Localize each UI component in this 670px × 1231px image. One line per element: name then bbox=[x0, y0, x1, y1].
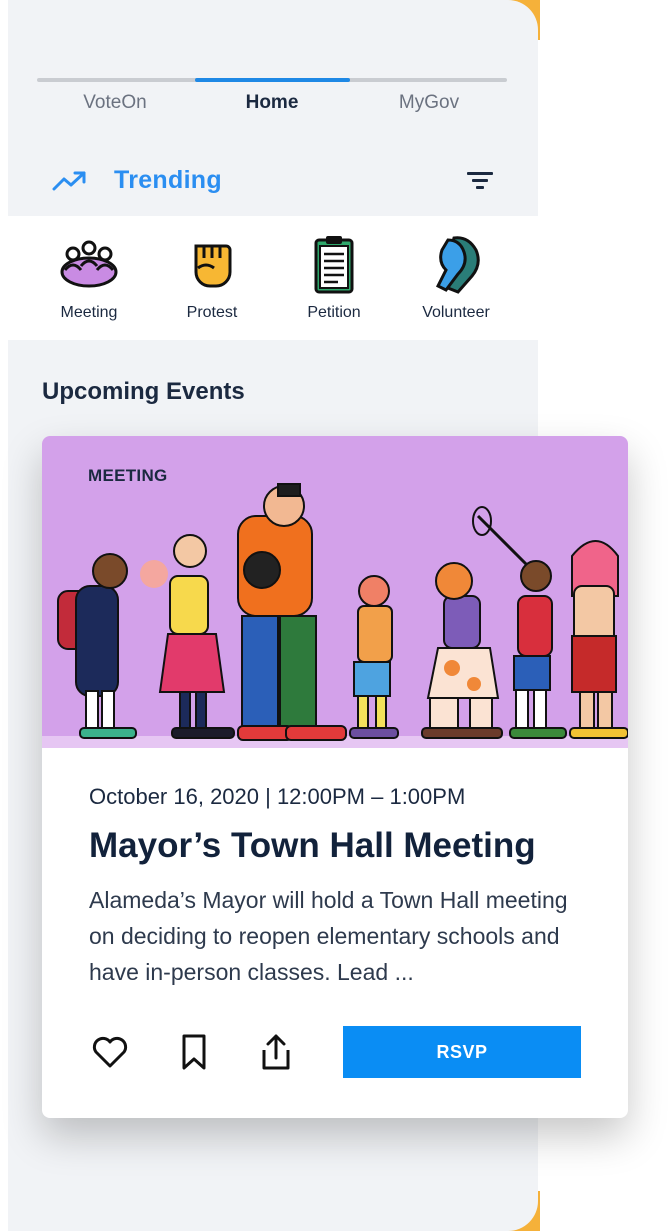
category-bar: Meeting Protest Petition Volunteer bbox=[8, 216, 538, 340]
event-title[interactable]: Mayor’s Town Hall Meeting bbox=[89, 826, 536, 866]
category-petition[interactable]: Petition bbox=[279, 232, 389, 322]
category-meeting[interactable]: Meeting bbox=[34, 232, 144, 322]
card-actions: RSVP bbox=[42, 1026, 628, 1080]
tab-voteon[interactable]: VoteOn bbox=[37, 92, 193, 114]
category-label: Volunteer bbox=[422, 304, 490, 321]
category-volunteer[interactable]: Volunteer bbox=[401, 232, 511, 322]
volunteer-hand-icon bbox=[435, 236, 480, 294]
top-tabs: VoteOn Home MyGov bbox=[37, 78, 507, 118]
protest-fist-icon bbox=[194, 244, 232, 288]
event-description: Alameda’s Mayor will hold a Town Hall me… bbox=[89, 887, 568, 985]
tab-home[interactable]: Home bbox=[194, 92, 350, 114]
trending-header: Trending bbox=[52, 162, 502, 202]
event-hero-image: MEETING bbox=[42, 436, 628, 748]
bookmark-icon[interactable] bbox=[174, 1032, 214, 1072]
rsvp-button[interactable]: RSVP bbox=[343, 1026, 581, 1078]
trending-up-icon bbox=[52, 171, 86, 191]
meeting-icon bbox=[60, 240, 118, 288]
petition-clipboard-icon bbox=[314, 236, 354, 294]
active-tab-indicator bbox=[195, 78, 350, 82]
section-title: Upcoming Events bbox=[42, 378, 245, 405]
heart-icon[interactable] bbox=[90, 1032, 130, 1072]
category-label: Protest bbox=[186, 304, 238, 321]
event-category-tag: MEETING bbox=[88, 466, 168, 485]
event-datetime: October 16, 2020 | 12:00PM – 1:00PM bbox=[89, 784, 466, 809]
share-icon[interactable] bbox=[256, 1032, 296, 1072]
category-protest[interactable]: Protest bbox=[157, 232, 267, 322]
tab-mygov[interactable]: MyGov bbox=[351, 92, 507, 114]
event-card[interactable]: MEETING October 16, 2020 | 12:00PM – 1:0… bbox=[42, 436, 628, 1118]
filter-icon[interactable] bbox=[466, 170, 494, 192]
category-label: Meeting bbox=[60, 304, 118, 321]
trending-label: Trending bbox=[114, 166, 222, 194]
category-label: Petition bbox=[307, 304, 361, 321]
